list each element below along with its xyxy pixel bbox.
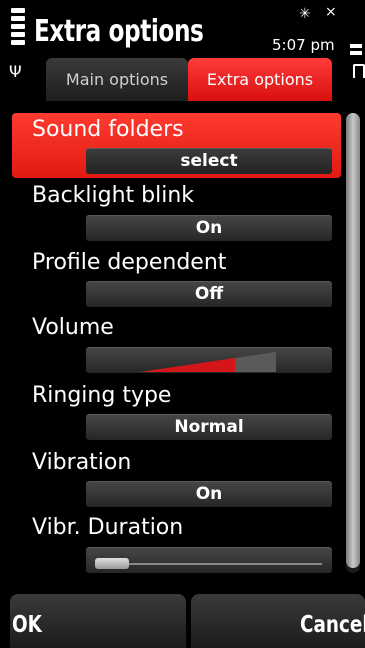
signal-strength-icon bbox=[11, 8, 25, 50]
bluetooth-icon: ✳ bbox=[299, 6, 311, 22]
backlight-blink-label: Backlight blink bbox=[32, 183, 195, 208]
sound-folders-field[interactable]: select bbox=[86, 148, 332, 174]
clock-time: 5:07 pm bbox=[272, 36, 335, 54]
battery-level-icon bbox=[350, 44, 362, 58]
cancel-button[interactable]: Cancel bbox=[300, 612, 365, 638]
vibration-field[interactable]: On bbox=[86, 481, 332, 507]
signal-icon: ⨯ bbox=[325, 4, 337, 20]
vibration-label: Vibration bbox=[32, 450, 132, 475]
profile-dependent-label: Profile dependent bbox=[32, 250, 227, 275]
vibration-duration-label: Vibr. Duration bbox=[32, 515, 184, 540]
slider-track bbox=[96, 563, 322, 565]
profile-dependent-field[interactable]: Off bbox=[86, 281, 332, 307]
slider-handle[interactable] bbox=[94, 558, 129, 569]
ringing-type-field[interactable]: Normal bbox=[86, 414, 332, 440]
page-title: Extra options bbox=[34, 14, 204, 49]
tab-main-options[interactable]: Main options bbox=[46, 58, 188, 101]
ok-button[interactable]: OK bbox=[12, 612, 42, 638]
scrollbar-thumb[interactable] bbox=[346, 113, 360, 568]
ringing-type-label: Ringing type bbox=[32, 383, 172, 408]
volume-label: Volume bbox=[32, 315, 114, 340]
backlight-blink-field[interactable]: On bbox=[86, 215, 332, 241]
battery-icon bbox=[353, 64, 365, 78]
volume-level-indicator bbox=[140, 352, 276, 372]
tab-extra-options[interactable]: Extra options bbox=[188, 58, 332, 101]
sound-folders-label: Sound folders bbox=[32, 117, 184, 142]
antenna-icon: Ψ bbox=[9, 62, 22, 81]
